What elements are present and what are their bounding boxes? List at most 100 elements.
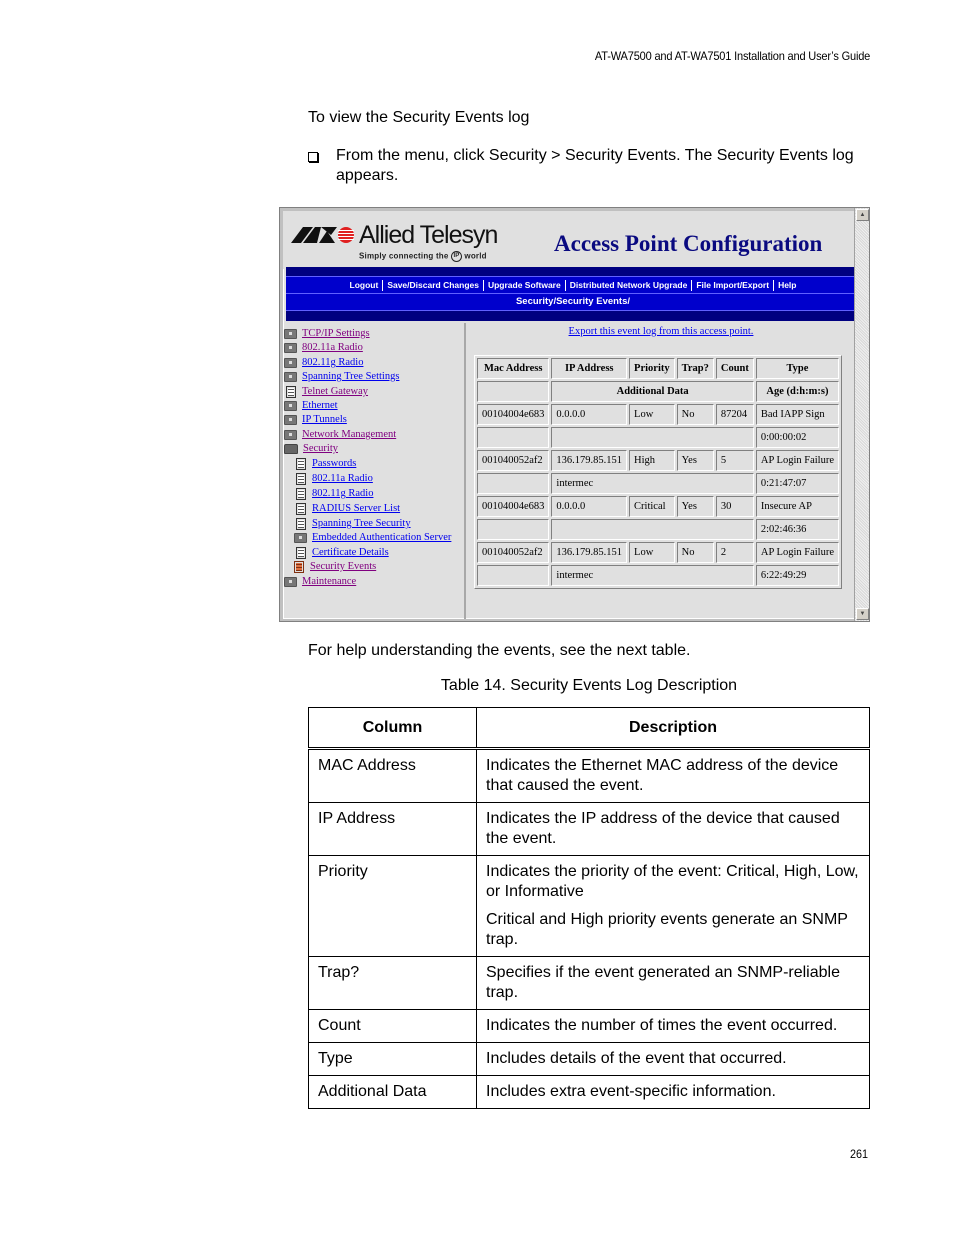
sidebar-item-network-management[interactable]: Network Management [284,428,396,441]
logo-tagline: Simply connecting the IP world [359,251,487,262]
description-text: Indicates the IP address of the device t… [486,810,840,847]
cell-empty [477,519,550,540]
sidebar-item-label[interactable]: Embedded Authentication Server [312,531,451,544]
cell-empty [477,565,550,586]
sidebar-item-tcpip[interactable]: TCP/IP Settings [284,327,370,340]
nav-upgrade-software[interactable]: Upgrade Software [488,280,561,290]
nav-file-import-export[interactable]: File Import/Export [696,280,769,290]
scroll-down-icon[interactable]: ▼ [856,608,869,620]
sidebar-item-label[interactable]: 802.11g Radio [302,356,363,369]
sidebar-item-security[interactable]: Security [284,442,338,455]
sidebar-item-label[interactable]: Security Events [310,560,376,573]
table-row-detail: intermec 0:21:47:07 [477,473,839,494]
header-ip: IP Address [551,358,628,379]
table-row: 00104004e683 0.0.0.0 Critical Yes 30 Ins… [477,496,839,517]
sidebar-item-label[interactable]: Telnet Gateway [302,385,368,398]
sidebar-item-label[interactable]: Network Management [302,428,396,441]
cell-additional-data [551,427,754,448]
folder-icon [284,429,297,440]
cell-additional-data: intermec [551,565,754,586]
sidebar-item-label[interactable]: RADIUS Server List [312,502,400,515]
sidebar-item-label[interactable]: Certificate Details [312,546,389,559]
nav-logout[interactable]: Logout [350,280,379,290]
scroll-up-icon[interactable]: ▲ [856,209,869,221]
cell-description: Indicates the priority of the event: Cri… [476,855,870,957]
cell-column: IP Address [308,802,477,856]
table-header-row: Mac Address IP Address Priority Trap? Co… [477,358,839,379]
sidebar-item-80211a-radio[interactable]: 802.11a Radio [284,341,363,354]
cell-column: Additional Data [308,1075,477,1109]
sidebar-item-maintenance[interactable]: Maintenance [284,575,356,588]
folder-icon [284,400,297,411]
screenshot-frame: Allied Telesyn Simply connecting the IP … [279,207,870,622]
cell-age: 0:00:00:02 [755,427,839,448]
table-row: Trap? Specifies if the event generated a… [308,956,870,1010]
nav-distributed-upgrade[interactable]: Distributed Network Upgrade [570,280,688,290]
nav-separator [773,280,775,292]
sidebar-item-telnet-gateway[interactable]: Telnet Gateway [286,385,368,398]
header-count: Count [715,358,754,379]
sidebar-item-label[interactable]: Spanning Tree Security [312,517,411,530]
ip-badge-icon: IP [450,251,462,262]
sidebar-item-label[interactable]: Maintenance [302,575,356,588]
sidebar-item-label[interactable]: Passwords [312,457,356,470]
cell-priority: Low [629,542,675,563]
sidebar-item-label[interactable]: 802.11g Radio [312,487,373,500]
table-row: Count Indicates the number of times the … [308,1009,870,1043]
tagline-post: world [464,251,487,261]
description-text: Indicates the priority of the event: Cri… [486,863,859,900]
table-row-detail: intermec 6:22:49:29 [477,565,839,586]
sidebar-item-label[interactable]: Security [303,442,338,455]
sidebar-item-ip-tunnels[interactable]: IP Tunnels [284,413,347,426]
page-icon [296,487,306,500]
folder-icon [294,532,307,543]
cell-trap: Yes [676,450,714,471]
sidebar-item-spanning-tree-security[interactable]: Spanning Tree Security [296,517,411,530]
sidebar-item-label[interactable]: TCP/IP Settings [302,327,370,340]
nav-help[interactable]: Help [778,280,796,290]
cell-description: Indicates the number of times the event … [476,1009,870,1043]
sidebar-item-certificate-details[interactable]: Certificate Details [296,546,389,559]
cell-ip: 0.0.0.0 [551,496,628,517]
cell-mac: 001040052af2 [477,450,550,471]
header-type: Type [755,358,839,379]
sidebar-item-security-80211a-radio[interactable]: 802.11a Radio [296,472,373,485]
cell-mac: 00104004e683 [477,404,550,425]
folder-icon [284,371,297,382]
cell-count: 2 [715,542,754,563]
sidebar-item-label[interactable]: 802.11a Radio [302,341,363,354]
cell-age: 6:22:49:29 [755,565,839,586]
sidebar-item-label[interactable]: Spanning Tree Settings [302,370,399,383]
table-row: Additional Data Includes extra event-spe… [308,1075,870,1109]
sidebar-item-80211g-radio[interactable]: 802.11g Radio [284,356,363,369]
sidebar-item-label[interactable]: Ethernet [302,399,338,412]
nav-separator [564,280,566,292]
description-text: Critical and High priority events genera… [486,911,848,948]
description-text: Includes details of the event that occur… [486,1050,787,1067]
sidebar-item-radius-server-list[interactable]: RADIUS Server List [296,502,400,515]
header-description: Description [476,707,870,749]
cell-priority: High [629,450,675,471]
sidebar-item-spanning-tree[interactable]: Spanning Tree Settings [284,370,399,383]
cell-additional-data: intermec [551,473,754,494]
sidebar-item-passwords[interactable]: Passwords [296,457,356,470]
nav-save-discard[interactable]: Save/Discard Changes [387,280,479,290]
sidebar-item-security-events[interactable]: Security Events [294,560,376,573]
vertical-scrollbar[interactable]: ▲ ▼ [854,208,869,621]
sidebar-item-label[interactable]: 802.11a Radio [312,472,373,485]
cell-count: 30 [715,496,754,517]
sidebar-item-embedded-auth-server[interactable]: Embedded Authentication Server [294,531,451,544]
export-log-link[interactable]: Export this event log from this access p… [468,326,854,337]
sidebar-item-ethernet[interactable]: Ethernet [284,399,338,412]
sidebar-item-security-80211g-radio[interactable]: 802.11g Radio [296,487,373,500]
table-row-detail: 2:02:46:36 [477,519,839,540]
cell-mac: 001040052af2 [477,542,550,563]
cell-age: 2:02:46:36 [755,519,839,540]
header-trap: Trap? [676,358,714,379]
sidebar-item-label[interactable]: IP Tunnels [302,413,347,426]
allied-telesyn-logo: Allied Telesyn Simply connecting the IP … [291,221,511,263]
description-text: Specifies if the event generated an SNMP… [486,964,840,1001]
content-pane: Export this event log from this access p… [468,323,854,619]
header-age: Age (d:h:m:s) [755,381,839,402]
cell-ip: 136.179.85.151 [551,450,628,471]
